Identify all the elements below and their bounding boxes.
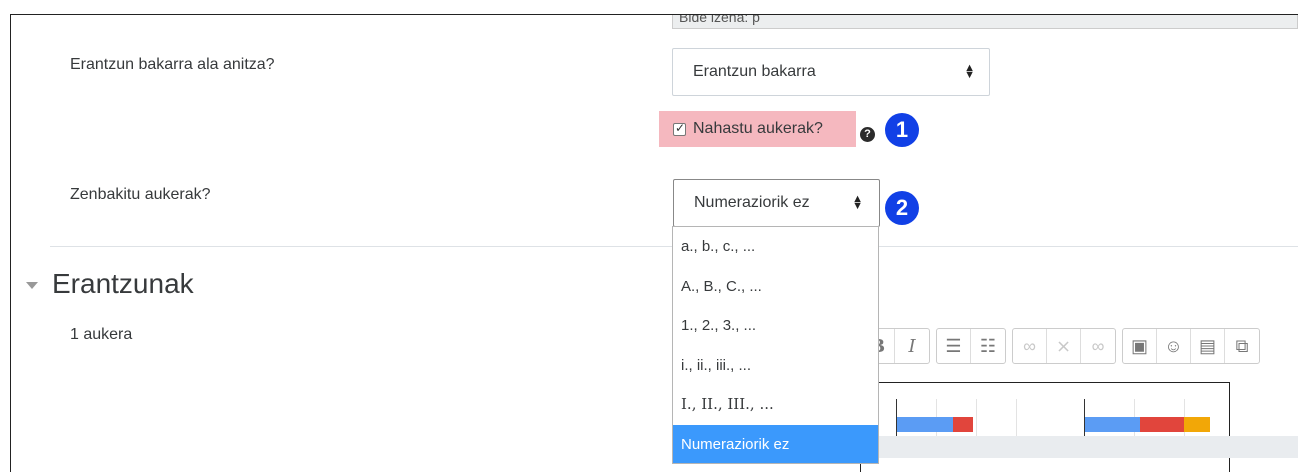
editor-status-bar	[860, 436, 1298, 458]
numbering-select[interactable]: Numeraziorik ez ▲ ▼	[673, 179, 880, 227]
shuffle-checkbox-row[interactable]: ✓ Nahastu aukerak?	[659, 111, 856, 147]
chart-bar-blue	[1085, 417, 1140, 432]
help-icon[interactable]: ?	[860, 127, 875, 142]
chart-bar-blue	[897, 417, 953, 432]
editor-content-area[interactable]	[860, 382, 1230, 472]
media-icon[interactable]: ▤	[1191, 329, 1225, 363]
chart-bar-red	[1140, 417, 1184, 432]
numbering-option[interactable]: i., ii., iii., ...	[673, 346, 878, 386]
image-icon[interactable]: ▣	[1123, 329, 1157, 363]
numbering-option[interactable]: a., b., c., ...	[673, 227, 878, 267]
numbering-dropdown-list: a., b., c., ... A., B., C., ... 1., 2., …	[672, 226, 879, 464]
copy-icon[interactable]: ⧉	[1225, 329, 1259, 363]
single-multiple-select[interactable]: Erantzun bakarra ▲ ▼	[672, 48, 990, 96]
numbering-option[interactable]: 1., 2., 3., ...	[673, 306, 878, 346]
annotation-badge-1: 1	[885, 113, 919, 147]
emoji-icon[interactable]: ☺	[1157, 329, 1191, 363]
italic-icon[interactable]: I	[895, 329, 929, 363]
collapse-caret-icon[interactable]	[26, 281, 38, 289]
chart-bar-red	[953, 417, 973, 432]
single-multiple-value: Erantzun bakarra	[693, 63, 816, 80]
numbering-option[interactable]: I., II., III., ...	[673, 385, 878, 425]
shuffle-checkbox[interactable]: ✓	[673, 120, 686, 136]
unordered-list-icon[interactable]: ☰	[937, 329, 971, 363]
answers-section-header[interactable]: Erantzunak	[26, 268, 194, 300]
toolbar-group-links: ∞ ⨯ ∞	[1012, 328, 1116, 364]
annotation-badge-2: 2	[885, 191, 919, 225]
numbering-label: Zenbakitu aukerak?	[70, 186, 211, 203]
previous-field[interactable]: Bide izena: p	[672, 15, 1298, 29]
previous-field-value: Bide izena: p	[679, 15, 760, 25]
toolbar-group-lists: ☰ ☷	[936, 328, 1006, 364]
select-arrows-icon: ▲ ▼	[852, 193, 863, 212]
frame-left-border	[10, 14, 11, 472]
numbering-option-selected[interactable]: Numeraziorik ez	[673, 424, 878, 463]
anchor-icon[interactable]: ∞	[1081, 329, 1115, 363]
chart-bar-orange	[1184, 417, 1210, 432]
ordered-list-icon[interactable]: ☷	[971, 329, 1005, 363]
numbering-value: Numeraziorik ez	[694, 194, 810, 211]
unlink-icon[interactable]: ⨯	[1047, 329, 1081, 363]
numbering-option[interactable]: A., B., C., ...	[673, 267, 878, 307]
shuffle-label: Nahastu aukerak?	[693, 120, 823, 137]
check-icon: ✓	[675, 120, 686, 135]
answers-section-title: Erantzunak	[52, 268, 194, 299]
select-arrows-icon: ▲ ▼	[964, 62, 975, 81]
toolbar-group-media: ▣ ☺ ▤ ⧉	[1122, 328, 1260, 364]
link-icon[interactable]: ∞	[1013, 329, 1047, 363]
single-multiple-label: Erantzun bakarra ala anitza?	[70, 56, 275, 73]
editor-toolbar: B I ☰ ☷ ∞ ⨯ ∞ ▣ ☺ ▤ ⧉	[860, 323, 1298, 369]
choice-label: 1 aukera	[70, 326, 133, 343]
